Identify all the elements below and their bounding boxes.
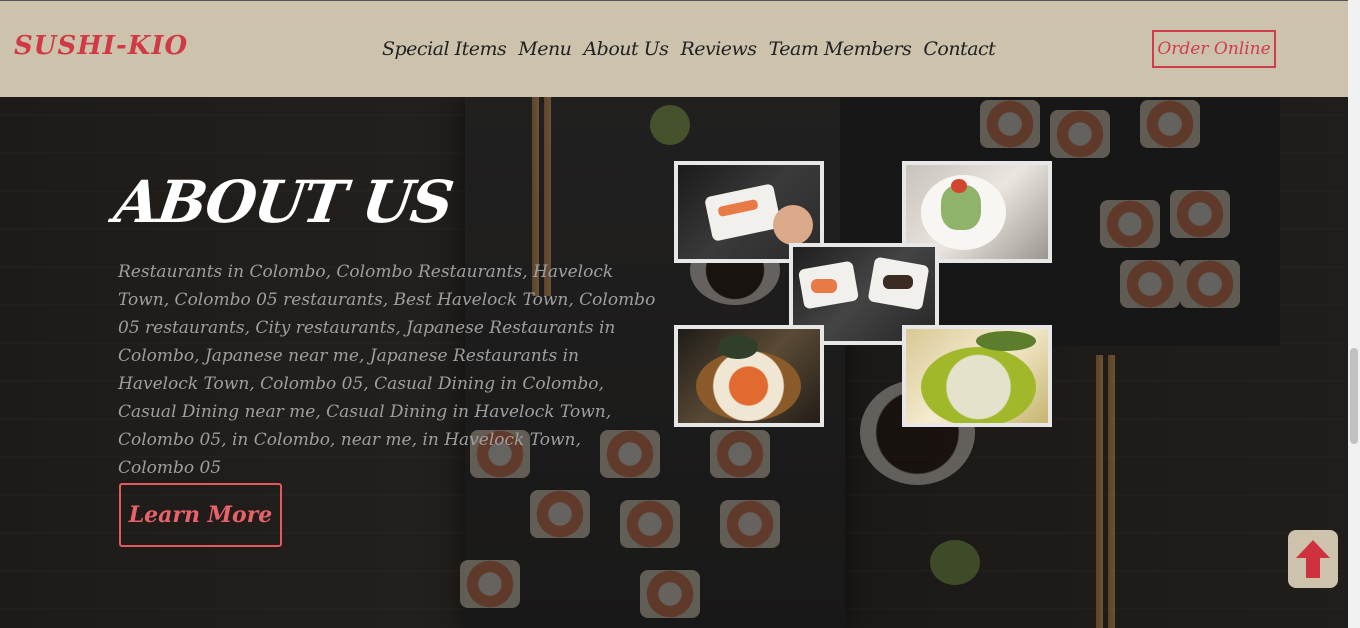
- hand: [773, 205, 813, 245]
- edamame: [976, 331, 1036, 351]
- about-description: Restaurants in Colombo, Colombo Restaura…: [118, 262, 656, 478]
- about-title: ABOUT US: [110, 168, 456, 236]
- nav-special-items[interactable]: Special Items: [382, 38, 507, 60]
- nav-contact[interactable]: Contact: [923, 38, 995, 60]
- plate: [704, 183, 782, 242]
- garnish: [951, 179, 967, 193]
- sashimi-plate: [696, 351, 801, 421]
- nav-menu[interactable]: Menu: [518, 38, 572, 60]
- main-nav: Special Items Menu About Us Reviews Team…: [382, 38, 996, 60]
- arrow-up-icon: [1296, 540, 1330, 578]
- scrollbar-thumb[interactable]: [1350, 348, 1358, 444]
- page-scrollbar[interactable]: [1348, 0, 1360, 628]
- leaves: [718, 335, 758, 359]
- rice-ball-photo: [902, 325, 1052, 427]
- nav-reviews[interactable]: Reviews: [680, 38, 757, 60]
- nav-about-us[interactable]: About Us: [583, 38, 669, 60]
- bowl: [921, 347, 1036, 423]
- sashimi-photo: [674, 325, 824, 427]
- nav-team-members[interactable]: Team Members: [769, 38, 912, 60]
- eel: [883, 275, 913, 289]
- site-header: SUSHI-KIO Special Items Menu About Us Re…: [0, 0, 1348, 97]
- salmon: [811, 279, 837, 293]
- scroll-to-top-button[interactable]: [1288, 530, 1338, 588]
- order-online-button[interactable]: Order Online: [1152, 30, 1276, 68]
- learn-more-button[interactable]: Learn More: [119, 483, 282, 547]
- site-logo[interactable]: SUSHI-KIO: [14, 31, 188, 61]
